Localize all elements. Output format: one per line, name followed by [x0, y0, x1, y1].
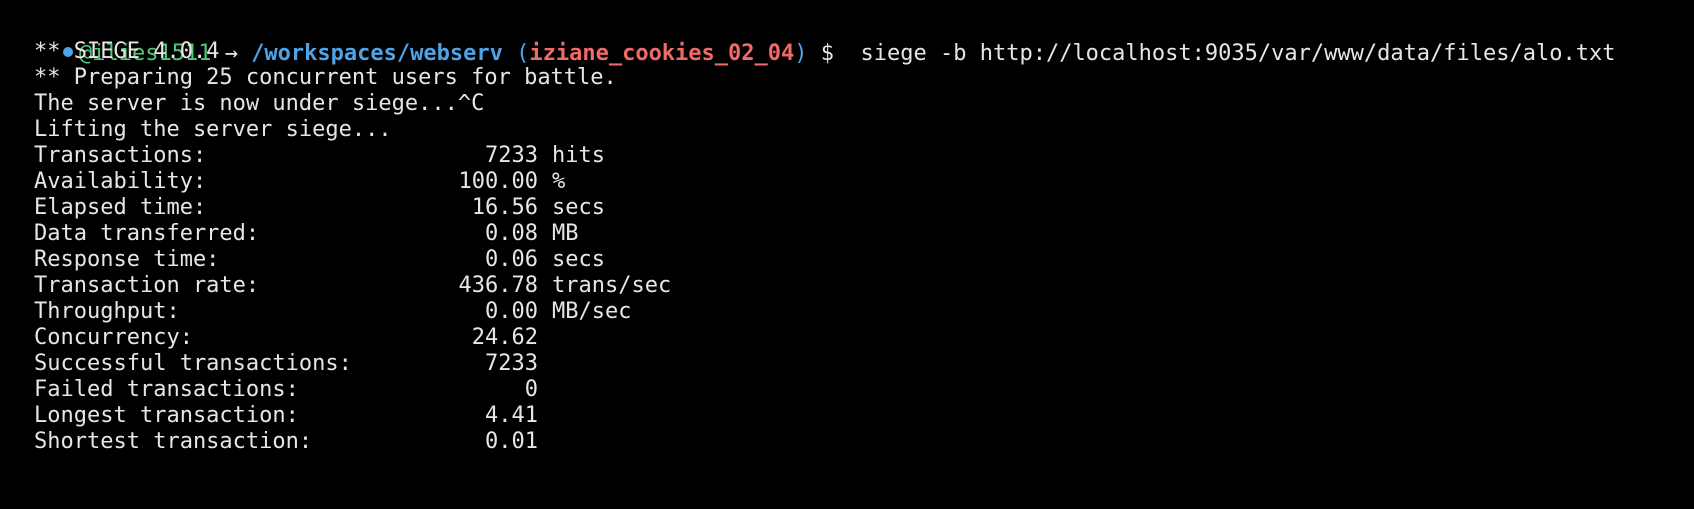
prompt-path: /workspaces/webserv	[251, 41, 503, 66]
prompt-git-branch: iziane_cookies_02_04	[529, 41, 795, 66]
prompt-symbol: $	[820, 41, 835, 66]
stat-label: Shortest transaction:	[34, 429, 313, 454]
stat-label: Transaction rate:	[34, 273, 260, 298]
stat-unit: MB	[552, 221, 579, 246]
stat-unit: MB/sec	[552, 299, 632, 324]
output-line: Lifting the server siege...	[34, 117, 392, 142]
output-line: The server is now under siege...^C	[34, 91, 485, 116]
stat-value: 0.06	[485, 247, 538, 272]
stat-value: 4.41	[485, 403, 538, 428]
prompt-line: @ilies1511 → /workspaces/webserv (iziane…	[10, 12, 1616, 66]
stat-label: Throughput:	[34, 299, 180, 324]
stat-label: Response time:	[34, 247, 220, 272]
stat-unit: secs	[552, 195, 605, 220]
stat-label: Concurrency:	[34, 325, 193, 350]
stat-value: 7233	[485, 351, 538, 376]
stat-label: Elapsed time:	[34, 195, 207, 220]
stat-unit: %	[552, 169, 566, 194]
output-line: ** SIEGE 4.0.4	[34, 39, 220, 64]
output-line: ** Preparing 25 concurrent users for bat…	[34, 65, 617, 90]
stat-label: Transactions:	[34, 143, 207, 168]
stat-unit: secs	[552, 247, 605, 272]
stat-value: 436.78	[458, 273, 538, 298]
prompt-arrow-icon: →	[224, 41, 238, 66]
stat-value: 0	[524, 377, 538, 402]
stat-label: Data transferred:	[34, 221, 260, 246]
stat-label: Failed transactions:	[34, 377, 299, 402]
prompt-paren-close: )	[794, 41, 808, 66]
stat-value: 100.00	[458, 169, 538, 194]
stat-value: 24.62	[471, 325, 538, 350]
stat-unit: trans/sec	[552, 273, 672, 298]
stat-unit: hits	[552, 143, 605, 168]
stat-value: 7233	[485, 143, 538, 168]
stat-label: Availability:	[34, 169, 207, 194]
stat-value: 16.56	[471, 195, 538, 220]
stat-value: 0.00	[485, 299, 538, 324]
typed-command: siege -b http://localhost:9035/var/www/d…	[860, 41, 1616, 66]
stat-value: 0.01	[485, 429, 538, 454]
terminal-window[interactable]: @ilies1511 → /workspaces/webserv (iziane…	[0, 0, 1694, 509]
prompt-paren-open: (	[516, 41, 530, 66]
stat-label: Longest transaction:	[34, 403, 299, 428]
stat-value: 0.08	[485, 221, 538, 246]
stat-label: Successful transactions:	[34, 351, 352, 376]
